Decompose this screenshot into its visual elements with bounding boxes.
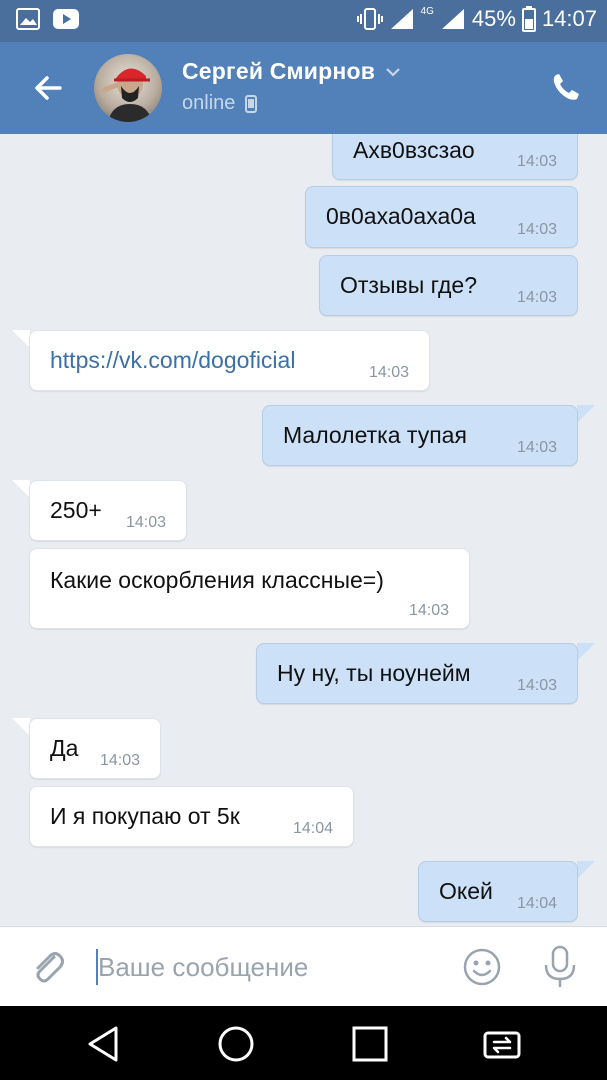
bubble-tail [12, 480, 30, 498]
bubble-tail [12, 718, 30, 736]
message-text: Малолетка тупая [283, 422, 467, 448]
vibrate-icon [356, 8, 383, 30]
message-text: И я покупаю от 5к [50, 803, 240, 829]
message-time: 14:03 [516, 289, 557, 306]
message-text: Ахв0взсзао [353, 137, 475, 163]
back-triangle-icon[interactable] [84, 1024, 124, 1064]
clock: 14:07 [541, 6, 597, 31]
phone-icon[interactable] [551, 72, 581, 102]
status-bar: 4G 45% 14:07 [0, 0, 607, 42]
message-time: 14:03 [125, 514, 166, 531]
smile-icon[interactable] [462, 947, 502, 987]
message-time: 14:03 [516, 221, 557, 238]
gallery-icon [16, 8, 40, 30]
avatar[interactable] [94, 54, 162, 122]
microphone-icon[interactable] [540, 945, 580, 989]
message-time: 14:03 [516, 153, 557, 170]
contact-status-row: online [182, 92, 258, 115]
signal-4g-icon [441, 9, 464, 29]
message-time: 14:03 [408, 602, 449, 619]
message-composer [0, 926, 607, 1006]
bubble-tail [577, 861, 595, 879]
message-link[interactable]: https://vk.com/dogoficial [50, 347, 295, 374]
message-bubble[interactable]: Да 14:03 [29, 718, 161, 779]
message-text: Ну ну, ты ноунейм [277, 660, 471, 686]
battery-icon [521, 6, 536, 32]
bubble-tail [577, 643, 595, 661]
message-text: Какие оскорбления классные=) [50, 567, 384, 593]
avatar-image [101, 68, 152, 122]
message-bubble[interactable]: Какие оскорбления классные=) 14:03 [29, 548, 470, 629]
contact-name: Сергей Смирнов [182, 58, 376, 84]
battery-percent: 45% [471, 6, 516, 31]
message-time: 14:04 [516, 895, 557, 912]
message-text: Отзывы где? [340, 272, 478, 298]
system-nav-bar [0, 1006, 607, 1080]
message-bubble[interactable]: 0в0аха0аха0а 14:03 [305, 186, 578, 248]
message-bubble[interactable]: https://vk.com/dogoficial 14:03 [29, 330, 430, 391]
message-time: 14:04 [292, 820, 333, 837]
screen-rotate-icon[interactable] [482, 1024, 522, 1064]
mobile-icon [245, 94, 258, 113]
message-time: 14:03 [516, 439, 557, 456]
contact-name-row[interactable]: Сергей Смирнов [182, 58, 401, 85]
message-time: 14:03 [516, 677, 557, 694]
attach-icon[interactable] [28, 947, 68, 987]
message-bubble[interactable]: Малолетка тупая 14:03 [262, 405, 578, 466]
chat-header: Сергей Смирнов online [0, 42, 607, 134]
signal-icon [390, 9, 413, 29]
message-bubble[interactable]: Ну ну, ты ноунейм 14:03 [256, 643, 578, 704]
recents-square-icon[interactable] [350, 1024, 390, 1064]
message-input[interactable] [96, 941, 436, 993]
message-text: 0в0аха0аха0а [326, 203, 476, 229]
message-bubble[interactable]: И я покупаю от 5к 14:04 [29, 786, 354, 847]
back-arrow-icon[interactable] [30, 70, 66, 106]
home-circle-icon[interactable] [216, 1024, 256, 1064]
message-text: 250+ [50, 497, 102, 523]
message-text: Окей [439, 878, 493, 904]
message-bubble[interactable]: Ахв0взсзао 14:03 [332, 134, 578, 180]
message-bubble[interactable]: Отзывы где? 14:03 [319, 255, 578, 316]
chevron-down-icon [386, 67, 400, 77]
bubble-tail [12, 330, 30, 348]
message-time: 14:03 [99, 752, 140, 769]
youtube-icon [53, 9, 79, 29]
message-bubble[interactable]: 250+ 14:03 [29, 480, 187, 541]
network-type: 4G [420, 5, 434, 17]
message-time: 14:03 [368, 364, 409, 381]
message-list[interactable]: Ахв0взсзао 14:03 0в0аха0аха0а 14:03 Отзы… [0, 134, 607, 926]
bubble-tail [577, 405, 595, 423]
contact-status: online [182, 92, 236, 114]
message-text: Да [50, 735, 79, 761]
message-bubble[interactable]: Окей 14:04 [418, 861, 578, 922]
